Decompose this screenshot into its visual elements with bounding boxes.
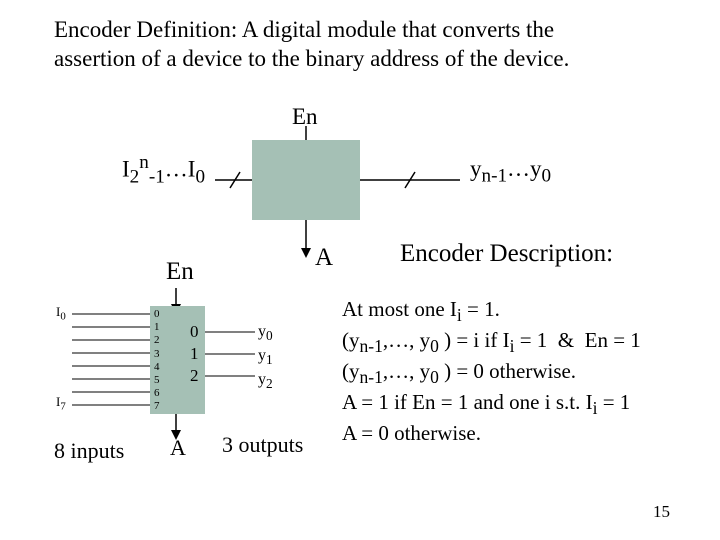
- three-outputs-label: 3 outputs: [222, 432, 303, 458]
- input-0-label: I0: [56, 304, 66, 323]
- input-7-label: I7: [56, 394, 66, 413]
- bottom-enable-label: En: [166, 258, 194, 286]
- description-body: At most one Ii = 1. (yn-1,…, y0 ) = i if…: [342, 296, 702, 447]
- pin-numbers: 0 1 2 3 4 5 6 7: [154, 308, 160, 414]
- description-title: Encoder Description:: [400, 240, 613, 268]
- output-pin-numbers: 0 1 2: [190, 321, 199, 387]
- top-inputs-label: I2n-1…I0: [122, 152, 205, 188]
- top-a-label: A: [315, 244, 333, 272]
- bottom-a-label: A: [170, 435, 186, 461]
- page-number: 15: [653, 502, 670, 522]
- output-y-labels: y0 y1 y2: [258, 321, 273, 394]
- eight-inputs-label: 8 inputs: [54, 438, 124, 464]
- top-outputs-label: yn-1…y0: [470, 156, 551, 188]
